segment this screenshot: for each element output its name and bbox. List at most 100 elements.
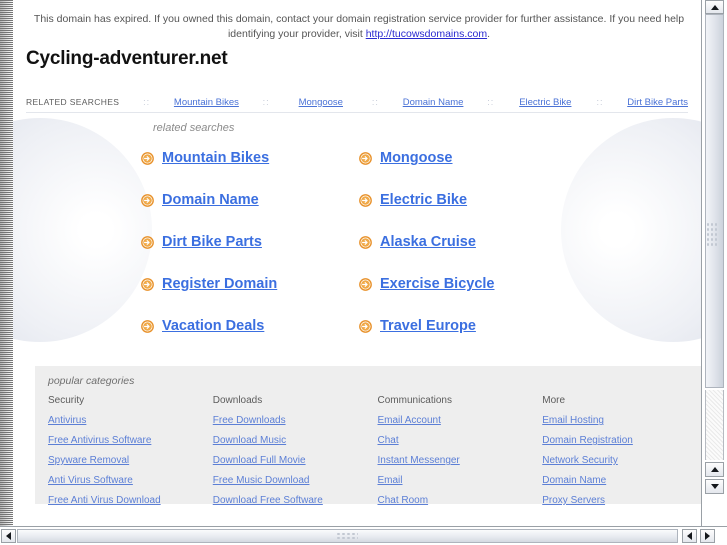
scroll-up-button[interactable]: [705, 0, 724, 14]
arrow-circle-right-icon: [359, 151, 372, 165]
navbar-separator-slot: ::: [348, 97, 403, 107]
related-search-link-alaska-cruise[interactable]: Alaska Cruise: [380, 234, 476, 250]
navbar-link-mountain-bikes[interactable]: Mountain Bikes: [174, 97, 239, 108]
related-search-item[interactable]: Mountain Bikes: [141, 148, 359, 168]
scrollbar-corner: [715, 527, 727, 545]
related-search-link-electric-bike[interactable]: Electric Bike: [380, 192, 467, 208]
category-heading: Downloads: [212, 395, 263, 406]
category-link-download-full-movie[interactable]: Download Full Movie: [213, 455, 378, 466]
related-searches-section: related searches Mountain Bikes Mongoose…: [141, 122, 581, 336]
category-column-security: Security Antivirus Free Antivirus Softwa…: [48, 395, 213, 515]
related-search-link-vacation-deals[interactable]: Vacation Deals: [162, 318, 264, 334]
decorative-circle-right: [561, 118, 702, 342]
category-link-download-music[interactable]: Download Music: [213, 435, 378, 446]
related-searches-caption: related searches: [153, 122, 235, 134]
related-searches-navbar: RELATED SEARCHES :: Mountain Bikes :: Mo…: [26, 92, 688, 112]
related-search-item[interactable]: Domain Name: [141, 190, 359, 210]
category-link-proxy-servers[interactable]: Proxy Servers: [542, 495, 702, 506]
navbar-link-slot: Domain Name: [403, 97, 464, 108]
category-link-free-anti-virus-download[interactable]: Free Anti Virus Download: [48, 495, 213, 506]
related-search-item[interactable]: Electric Bike: [359, 190, 577, 210]
category-link-domain-registration[interactable]: Domain Registration: [542, 435, 702, 446]
popular-categories-section: popular categories Security Antivirus Fr…: [35, 366, 702, 506]
category-column-communications: Communications Email Account Chat Instan…: [378, 395, 543, 515]
category-link-chat-room[interactable]: Chat Room: [378, 495, 543, 506]
vertical-scrollbar-grip: [706, 222, 718, 248]
scroll-left-button-right[interactable]: [682, 529, 697, 543]
category-link-instant-messenger[interactable]: Instant Messenger: [378, 455, 543, 466]
navbar-separator-slot: ::: [239, 97, 294, 107]
related-search-item[interactable]: Exercise Bicycle: [359, 274, 577, 294]
navbar-label: RELATED SEARCHES: [26, 97, 120, 107]
navbar-separator: ::: [371, 97, 379, 107]
category-column-downloads: Downloads Free Downloads Download Music …: [213, 395, 378, 515]
popular-categories-caption: popular categories: [48, 375, 135, 387]
related-search-link-exercise-bicycle[interactable]: Exercise Bicycle: [380, 276, 494, 292]
vertical-scrollbar[interactable]: [701, 0, 727, 527]
category-link-network-security[interactable]: Network Security: [542, 455, 702, 466]
category-column-more: More Email Hosting Domain Registration N…: [542, 395, 702, 515]
related-search-link-mountain-bikes[interactable]: Mountain Bikes: [162, 150, 269, 166]
related-search-item[interactable]: Dirt Bike Parts: [141, 232, 359, 252]
related-search-link-domain-name[interactable]: Domain Name: [162, 192, 259, 208]
category-link-chat[interactable]: Chat: [378, 435, 543, 446]
category-heading: Security: [48, 395, 85, 406]
category-link-email[interactable]: Email: [378, 475, 543, 486]
category-heading: Communications: [377, 395, 452, 406]
navbar-link-dirt-bike-parts[interactable]: Dirt Bike Parts: [627, 97, 688, 108]
arrow-circle-right-icon: [141, 319, 154, 333]
domain-expiry-banner: This domain has expired. If you owned th…: [23, 12, 695, 42]
related-search-link-travel-europe[interactable]: Travel Europe: [380, 318, 476, 334]
category-link-spyware-removal[interactable]: Spyware Removal: [48, 455, 213, 466]
scroll-right-icon: [705, 532, 710, 540]
scroll-up-icon: [710, 4, 719, 10]
scroll-down-button-upper[interactable]: [705, 462, 724, 477]
navbar-link-domain-name[interactable]: Domain Name: [403, 97, 464, 108]
related-search-link-dirt-bike-parts[interactable]: Dirt Bike Parts: [162, 234, 262, 250]
arrow-circle-right-icon: [141, 277, 154, 291]
category-link-download-free-software[interactable]: Download Free Software: [213, 495, 378, 506]
category-link-anti-virus-software[interactable]: Anti Virus Software: [48, 475, 213, 486]
navbar-link-slot: Mountain Bikes: [174, 97, 239, 108]
banner-text-before: This domain has expired. If you owned th…: [33, 13, 685, 40]
popular-categories-columns: Security Antivirus Free Antivirus Softwa…: [48, 395, 702, 515]
navbar-separator-slot: ::: [573, 97, 628, 107]
category-heading: More: [542, 395, 566, 406]
category-link-domain-name[interactable]: Domain Name: [542, 475, 702, 486]
scroll-right-button[interactable]: [700, 529, 715, 543]
scroll-left-button[interactable]: [1, 529, 16, 543]
related-search-link-mongoose[interactable]: Mongoose: [380, 150, 453, 166]
navbar-link-electric-bike[interactable]: Electric Bike: [519, 97, 571, 108]
related-search-item[interactable]: Vacation Deals: [141, 316, 359, 336]
related-searches-grid: Mountain Bikes Mongoose Domain Name Elec…: [141, 148, 581, 336]
arrow-circle-right-icon: [359, 277, 372, 291]
scroll-up-icon: [710, 467, 719, 472]
arrow-circle-right-icon: [141, 151, 154, 165]
arrow-circle-right-icon: [141, 193, 154, 207]
category-link-antivirus[interactable]: Antivirus: [48, 415, 213, 426]
banner-text-after: .: [487, 28, 491, 40]
related-search-item[interactable]: Register Domain: [141, 274, 359, 294]
navbar-separator-slot: ::: [463, 97, 518, 107]
category-link-free-antivirus-software[interactable]: Free Antivirus Software: [48, 435, 213, 446]
category-link-free-music-download[interactable]: Free Music Download: [213, 475, 378, 486]
decorative-circle-left: [13, 118, 152, 342]
tucows-domains-link[interactable]: http://tucowsdomains.com: [366, 28, 487, 40]
navbar-link-slot: Dirt Bike Parts: [627, 97, 688, 108]
navbar-separator: ::: [487, 97, 495, 107]
related-search-item[interactable]: Travel Europe: [359, 316, 577, 336]
vertical-scrollbar-thumb[interactable]: [705, 14, 724, 388]
navbar-link-slot: Mongoose: [293, 97, 348, 108]
related-search-item[interactable]: Alaska Cruise: [359, 232, 577, 252]
related-search-link-register-domain[interactable]: Register Domain: [162, 276, 277, 292]
scroll-down-button[interactable]: [705, 479, 724, 494]
category-link-email-account[interactable]: Email Account: [378, 415, 543, 426]
category-link-email-hosting[interactable]: Email Hosting: [542, 415, 702, 426]
horizontal-scrollbar[interactable]: [0, 526, 727, 545]
related-search-item[interactable]: Mongoose: [359, 148, 577, 168]
page-title: Cycling-adventurer.net: [26, 48, 228, 69]
vertical-scrollbar-track[interactable]: [705, 390, 724, 460]
navbar-link-mongoose[interactable]: Mongoose: [299, 97, 343, 108]
page-canvas: This domain has expired. If you owned th…: [13, 0, 702, 527]
category-link-free-downloads[interactable]: Free Downloads: [213, 415, 378, 426]
